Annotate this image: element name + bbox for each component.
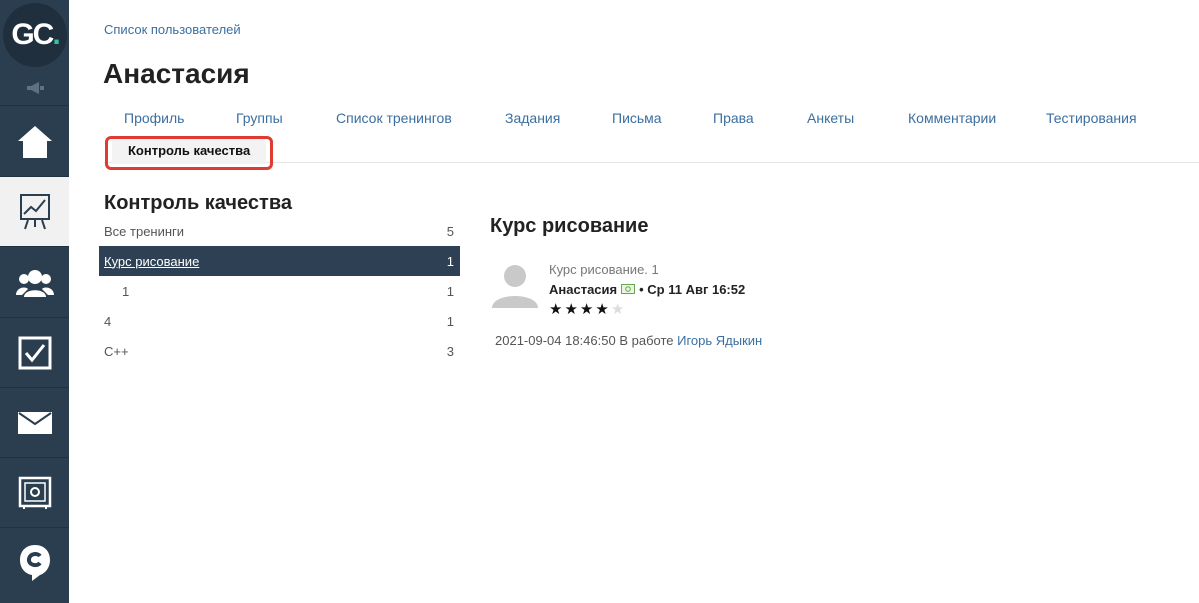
tab-groups[interactable]: Группы [236,110,283,126]
answer-meta: Курс рисование. 1 [549,262,659,277]
page-title: Анастасия [103,58,250,89]
author-name[interactable]: Анастасия [549,282,617,297]
tab-profile[interactable]: Профиль [124,110,184,126]
breadcrumb[interactable]: Список пользователей [104,22,241,37]
status-line: 2021-09-04 18:46:50 В работе Игорь Ядыки… [495,333,763,348]
list-item[interactable]: 11 [99,276,460,306]
tab-comments[interactable]: Комментарии [908,110,996,126]
megaphone-icon[interactable] [0,70,69,106]
list-item[interactable]: 41 [99,306,460,336]
highlight-frame: Контроль качества [105,136,273,170]
section-title: Контроль качества [104,192,292,214]
responsible-user-link[interactable]: Игорь Ядыкин [677,333,762,348]
star-icon[interactable]: ★ [595,301,608,319]
star-icon[interactable]: ★ [611,301,624,319]
star-icon[interactable]: ★ [549,301,562,319]
tab-tasks[interactable]: Задания [505,110,560,126]
star-icon[interactable]: ★ [580,301,593,319]
answer-author-line: Анастасия • Ср 11 Авг 16:52 [549,282,745,297]
safe-icon[interactable] [0,458,69,528]
home-icon[interactable] [0,107,69,177]
detail-title: Курс рисование [490,215,649,237]
tab-tests[interactable]: Тестирования [1046,110,1137,126]
sidebar: GC. [0,0,69,603]
training-list: Все тренинги 5 Курс рисование 1 11 41 C++ 3 [99,216,460,366]
list-item[interactable]: C++ 3 [99,336,460,366]
users-icon[interactable] [0,248,69,318]
list-item[interactable]: Все тренинги 5 [99,216,460,246]
chart-icon[interactable] [0,177,69,247]
mail-icon[interactable] [0,388,69,458]
tab-letters[interactable]: Письма [612,110,662,126]
checkbox-icon[interactable] [0,318,69,388]
list-item-selected[interactable]: Курс рисование 1 [99,246,460,276]
main-content: Список пользователей Анастасия Профиль Г… [69,0,1199,603]
rating-stars: ★ ★ ★ ★ ★ [549,301,624,319]
answer-date: • Ср 11 Авг 16:52 [639,282,746,297]
star-icon[interactable]: ★ [564,301,577,319]
money-icon [621,282,636,297]
avatar [490,262,540,308]
tab-quality-control[interactable]: Контроль качества [112,139,266,164]
chat-icon[interactable] [0,528,69,598]
tab-trainings[interactable]: Список тренингов [336,110,452,126]
tab-rights[interactable]: Права [713,110,754,126]
logo[interactable]: GC. [3,3,67,67]
tab-forms[interactable]: Анкеты [807,110,854,126]
